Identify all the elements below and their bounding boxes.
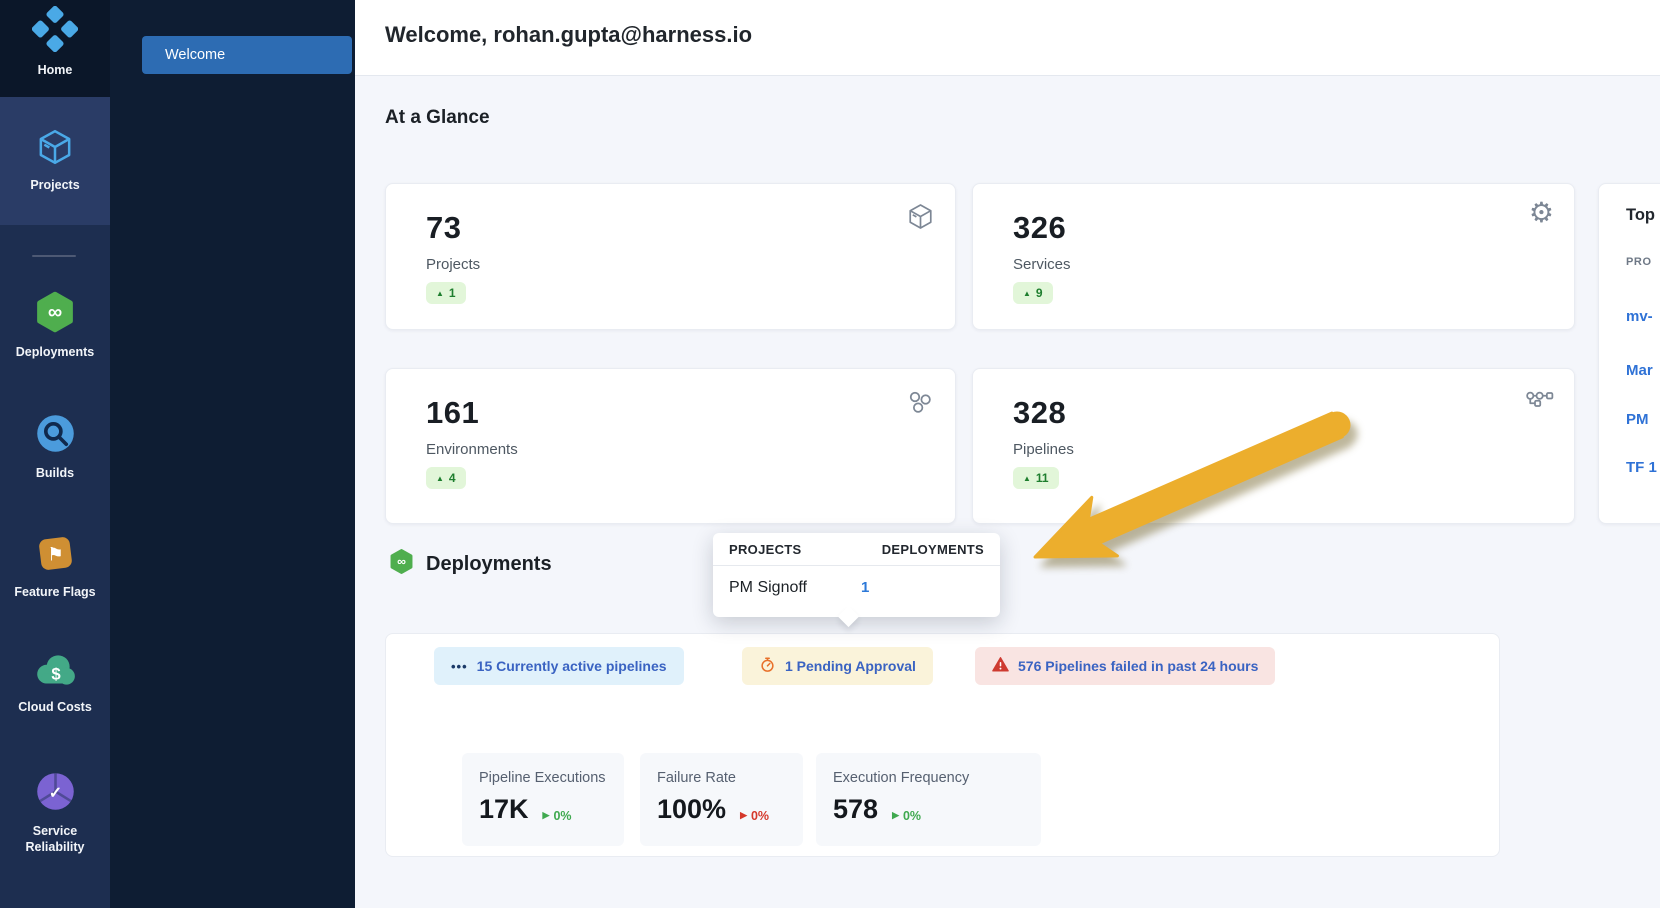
- harness-dashboard: Home Projects ∞ Deployments: [0, 0, 1660, 908]
- glance-card-services[interactable]: 326 Services ▲ 9 ⚙: [972, 183, 1575, 330]
- trend-play-icon: ▶: [892, 810, 899, 821]
- metric-pipeline-executions: Pipeline Executions 17K ▶ 0%: [462, 753, 624, 846]
- sidebar-item-label: Home: [5, 62, 105, 78]
- sidebar-item-label: Cloud Costs: [5, 699, 105, 715]
- subnav-item-label: Welcome: [165, 47, 225, 63]
- sidebar-item-label: Deployments: [5, 344, 105, 360]
- metric-label: Failure Rate: [657, 770, 803, 786]
- stopwatch-icon: [759, 656, 776, 676]
- stat-label: Pipelines: [1013, 441, 1074, 458]
- popup-deployment-count-link[interactable]: 1: [861, 579, 869, 596]
- stat-value: 161: [426, 395, 479, 431]
- trend-up-icon: ▲: [1023, 289, 1031, 298]
- metric-label: Execution Frequency: [833, 770, 1041, 786]
- sidebar-divider: [32, 255, 76, 257]
- sidebar-item-label: Projects: [5, 177, 105, 193]
- sidebar-item-deployments[interactable]: ∞ Deployments: [0, 290, 110, 360]
- glance-card-environments[interactable]: 161 Environments ▲ 4: [385, 368, 956, 524]
- trend-up-icon: ▲: [436, 289, 444, 298]
- sidebar-item-cloud-costs[interactable]: $ Cloud Costs: [0, 653, 110, 715]
- popup-row: PM Signoff 1: [713, 566, 1000, 616]
- active-pipelines-badge[interactable]: ••• 15 Currently active pipelines: [434, 647, 684, 685]
- environments-cluster-icon: [905, 387, 935, 422]
- warning-icon: [992, 656, 1009, 676]
- svg-text:∞: ∞: [48, 301, 62, 323]
- sidebar-item-builds[interactable]: Builds: [0, 412, 110, 481]
- metric-value: 100%: [657, 794, 726, 825]
- deployments-hexagon-icon: ∞: [33, 290, 77, 339]
- stat-value: 328: [1013, 395, 1066, 431]
- trend-play-icon: ▶: [740, 810, 747, 821]
- svg-text:$: $: [51, 664, 61, 683]
- delta-badge: ▲ 11: [1013, 467, 1059, 489]
- metric-label: Pipeline Executions: [479, 770, 624, 786]
- metric-delta: ▶ 0%: [892, 809, 921, 823]
- failed-pipelines-badge[interactable]: 576 Pipelines failed in past 24 hours: [975, 647, 1275, 685]
- page-header: Welcome, rohan.gupta@harness.io: [355, 0, 1660, 76]
- cloud-costs-icon: $: [32, 653, 78, 694]
- at-a-glance-heading: At a Glance: [385, 107, 490, 129]
- stat-value: 326: [1013, 210, 1066, 246]
- top-card-column-label: PRO: [1626, 256, 1652, 268]
- metric-value: 17K: [479, 794, 529, 825]
- metric-delta: ▶ 0%: [740, 809, 769, 823]
- delta-badge: ▲ 9: [1013, 282, 1053, 304]
- subnav-item-welcome[interactable]: Welcome: [142, 36, 352, 74]
- page-title: Welcome, rohan.gupta@harness.io: [385, 22, 752, 48]
- svg-text:✓: ✓: [48, 784, 62, 802]
- svg-text:⚑: ⚑: [47, 544, 64, 565]
- trend-up-icon: ▲: [1023, 474, 1031, 483]
- project-link[interactable]: mv-: [1626, 308, 1653, 325]
- delta-badge: ▲ 1: [426, 282, 466, 304]
- sidebar-item-service-reliability[interactable]: ✓ Service Reliability: [0, 770, 110, 856]
- project-link[interactable]: Mar: [1626, 362, 1653, 379]
- glance-card-projects[interactable]: 73 Projects ▲ 1: [385, 183, 956, 330]
- glance-card-pipelines[interactable]: 328 Pipelines ▲ 11: [972, 368, 1575, 524]
- delta-badge: ▲ 4: [426, 467, 466, 489]
- deployments-panel: ••• 15 Currently active pipelines 1 Pend…: [385, 633, 1500, 857]
- top-projects-card: Top PRO mv- Mar PM TF 1: [1598, 183, 1660, 524]
- sidebar-item-label: Feature Flags: [5, 584, 105, 600]
- sidebar-item-home[interactable]: Home: [0, 6, 110, 78]
- project-link[interactable]: TF 1: [1626, 459, 1657, 476]
- popup-header: PROJECTS DEPLOYMENTS: [713, 533, 1000, 566]
- popup-col-deployments: DEPLOYMENTS: [882, 542, 984, 557]
- deployments-popup: PROJECTS DEPLOYMENTS PM Signoff 1: [713, 533, 1000, 617]
- metric-execution-frequency: Execution Frequency 578 ▶ 0%: [816, 753, 1041, 846]
- sidebar-item-projects[interactable]: Projects: [0, 127, 110, 193]
- popup-project-name: PM Signoff: [729, 579, 807, 597]
- builds-icon: [34, 412, 77, 460]
- harness-logo-icon: [32, 6, 78, 57]
- trend-play-icon: ▶: [543, 810, 550, 821]
- deployments-heading: ∞ Deployments: [388, 548, 552, 580]
- metric-delta: ▶ 0%: [543, 809, 572, 823]
- stat-value: 73: [426, 210, 461, 246]
- service-reliability-icon: ✓: [34, 770, 77, 818]
- project-link[interactable]: PM: [1626, 411, 1649, 428]
- ellipsis-icon: •••: [451, 659, 468, 674]
- sidebar-item-label: Builds: [5, 465, 105, 481]
- pipeline-graph-icon: [1524, 387, 1554, 422]
- cube-icon: [906, 202, 935, 236]
- deployments-hexagon-icon: ∞: [388, 548, 415, 580]
- metric-value: 578: [833, 794, 878, 825]
- stat-label: Projects: [426, 256, 480, 273]
- popup-col-projects: PROJECTS: [729, 542, 801, 557]
- gear-icon: ⚙: [1529, 196, 1554, 229]
- top-card-title: Top: [1626, 206, 1655, 225]
- stat-label: Environments: [426, 441, 518, 458]
- module-sidebar: Home Projects ∞ Deployments: [0, 0, 110, 908]
- sidebar-item-feature-flags[interactable]: ⚑ Feature Flags: [0, 533, 110, 600]
- sidebar-item-label: Service Reliability: [5, 823, 105, 856]
- metric-failure-rate: Failure Rate 100% ▶ 0%: [640, 753, 803, 846]
- trend-up-icon: ▲: [436, 474, 444, 483]
- feature-flags-icon: ⚑: [35, 533, 76, 579]
- projects-cube-icon: [35, 127, 75, 172]
- secondary-sidebar: Welcome: [110, 0, 355, 908]
- deployments-heading-label: Deployments: [426, 553, 552, 576]
- stat-label: Services: [1013, 256, 1071, 273]
- svg-text:∞: ∞: [397, 554, 406, 568]
- pending-approval-badge[interactable]: 1 Pending Approval: [742, 647, 933, 685]
